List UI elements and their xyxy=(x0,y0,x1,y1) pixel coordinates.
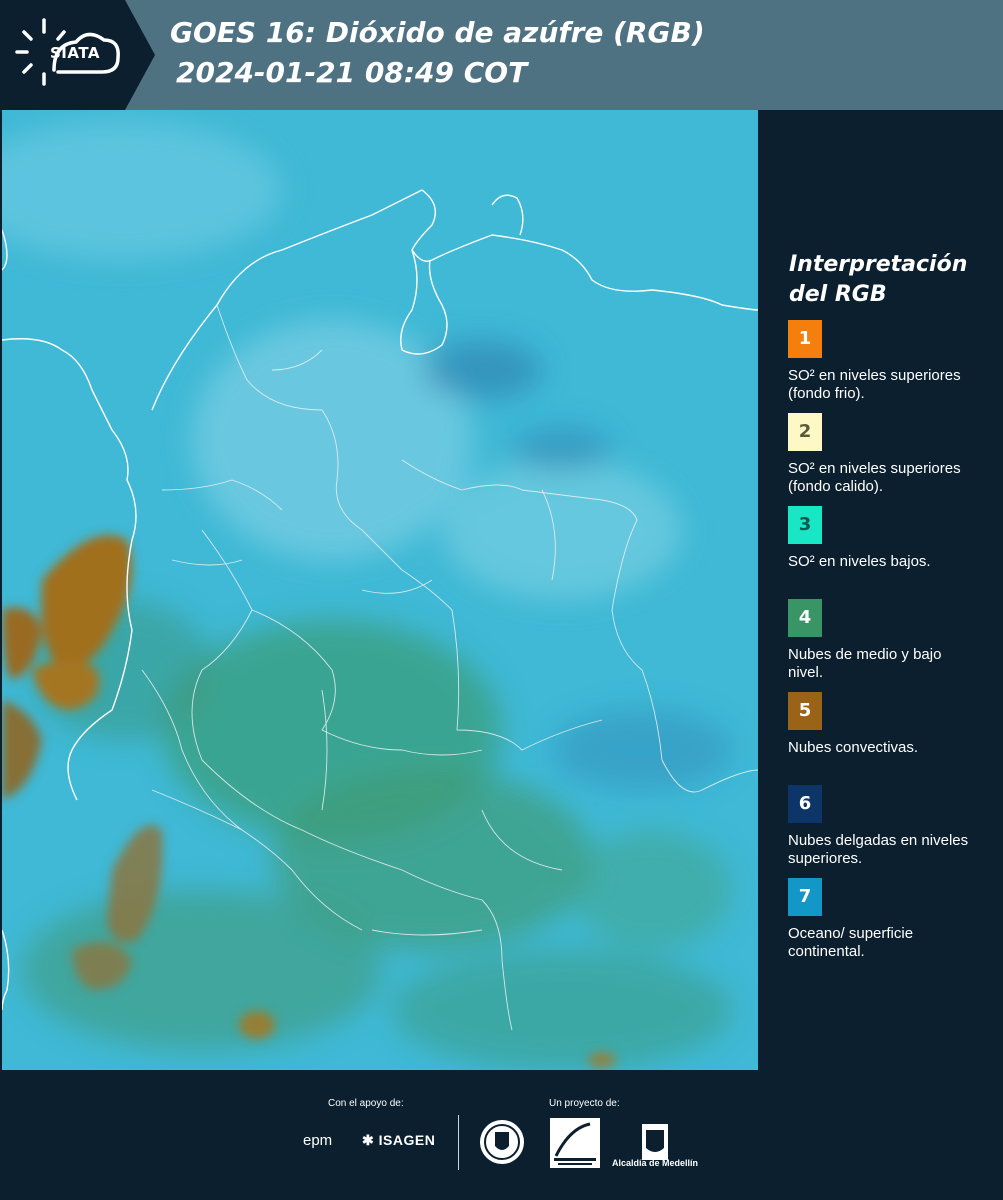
page-timestamp: 2024-01-21 08:49 COT xyxy=(176,56,528,89)
rgb-composite-image xyxy=(2,110,758,1070)
alcaldia-label: Alcaldía de Medellín xyxy=(612,1158,699,1168)
legend-swatch-4: 4 xyxy=(788,599,822,637)
isagen-star-icon: ✱ xyxy=(362,1132,375,1148)
legend-swatch-2: 2 xyxy=(788,413,822,451)
legend-swatch-7: 7 xyxy=(788,878,822,916)
legend-label-7: Oceano/ superficie continental. xyxy=(788,925,914,960)
legend-label-1: SO² en niveles superiores (fondo frio). xyxy=(788,367,961,402)
legend-label-4: Nubes de medio y bajo nivel. xyxy=(788,646,942,681)
support-label: Con el apoyo de: xyxy=(328,1098,404,1109)
legend-swatch-3: 3 xyxy=(788,506,822,544)
legend-title: Interpretación del RGB xyxy=(789,250,989,310)
legend-swatch-6: 6 xyxy=(788,785,822,823)
page-title: GOES 16: Dióxido de azúfre (RGB) xyxy=(170,16,705,49)
footer-divider xyxy=(458,1115,459,1170)
legend-label-3: SO² en niveles bajos. xyxy=(788,553,931,570)
legend-title-line2: del RGB xyxy=(789,282,887,307)
satellite-map[interactable] xyxy=(2,110,758,1070)
legend-swatch-1: 1 xyxy=(788,320,822,358)
header-bar: SIATA GOES 16: Dióxido de azúfre (RGB) 2… xyxy=(0,0,1003,110)
isagen-label: ISAGEN xyxy=(378,1132,436,1148)
legend-title-line1: Interpretación xyxy=(789,252,968,277)
project-label: Un proyecto de: xyxy=(549,1098,620,1109)
logo-label: SIATA xyxy=(50,44,101,62)
legend-panel: Interpretación del RGB 1 SO² en niveles s… xyxy=(760,110,1003,1070)
epm-logo[interactable]: epm xyxy=(303,1132,332,1149)
legend-label-5: Nubes convectivas. xyxy=(788,739,919,756)
legend-label-6: Nubes delgadas en niveles superiores. xyxy=(788,832,969,867)
area-metropolitana-logo-icon[interactable] xyxy=(550,1118,600,1168)
logo-chevron xyxy=(125,0,155,110)
legend-label-2: SO² en niveles superiores (fondo calido)… xyxy=(788,460,961,495)
legend-swatch-5: 5 xyxy=(788,692,822,730)
medellin-seal-icon[interactable] xyxy=(478,1118,526,1166)
isagen-logo[interactable]: ✱ ISAGEN xyxy=(362,1132,435,1149)
footer: Con el apoyo de: Un proyecto de: epm ✱ I… xyxy=(0,1070,1003,1200)
siata-logo[interactable]: SIATA xyxy=(0,0,125,110)
